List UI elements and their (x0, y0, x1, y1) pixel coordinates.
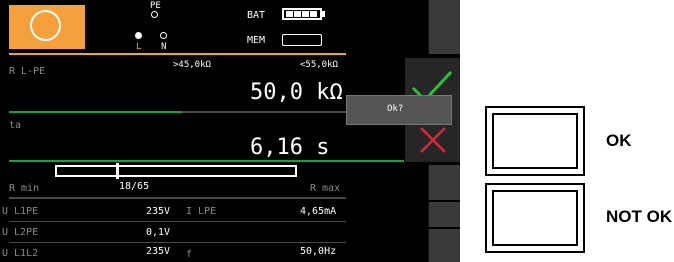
l-terminal-icon (135, 32, 142, 39)
instrument-display: PE L N BAT MEM R L-PE >45,0kΩ <55,0kΩ 50… (0, 0, 460, 262)
ok-button-label: OK (606, 131, 632, 150)
range-bar-marker (116, 163, 119, 179)
separator-grey-1 (182, 111, 346, 113)
popup-text: Ok? (387, 104, 404, 114)
ok-physical-button[interactable] (485, 106, 585, 176)
rotary-icon (30, 10, 61, 41)
battery-icon (282, 8, 322, 20)
separator-grey-2 (9, 197, 346, 199)
reading-1-value: 235V (146, 206, 171, 217)
ta-value: 6,16 s (250, 135, 330, 160)
reading-1-label: U L1PE (2, 206, 39, 217)
range-count: 18/65 (119, 181, 150, 192)
reading-3-label: U L1L2 (2, 248, 39, 259)
main-value: 50,0 kΩ (250, 80, 343, 105)
rmax-label: R max (310, 183, 341, 194)
reading-2-label: U L2PE (2, 227, 39, 238)
not-ok-button-label: NOT OK (606, 207, 673, 226)
reading-3-value: 235V (146, 246, 171, 257)
battery-tip (322, 11, 325, 17)
reading-divider-1 (9, 221, 346, 222)
cross-icon[interactable] (405, 120, 460, 160)
header-divider (9, 53, 346, 55)
upper-limit: <55,0kΩ (300, 60, 338, 70)
softkey-1[interactable] (428, 0, 460, 54)
softkey-4[interactable] (428, 165, 460, 200)
reading-3-right-value: 50,0Hz (300, 246, 337, 257)
reading-3-right-label: f (186, 249, 193, 260)
reading-2-value: 0,1V (146, 227, 171, 238)
separator-green-1 (9, 111, 182, 113)
not-ok-physical-button[interactable] (485, 183, 585, 253)
n-label: N (161, 42, 167, 52)
pe-terminal-icon (151, 11, 158, 18)
softkey-5[interactable] (428, 202, 460, 227)
memory-icon (282, 34, 322, 46)
lower-limit: >45,0kΩ (173, 60, 211, 70)
softkey-6[interactable] (428, 229, 460, 262)
ok-confirm-popup[interactable]: Ok? (346, 95, 452, 125)
n-terminal-icon (160, 32, 167, 39)
bat-label: BAT (247, 10, 266, 21)
separator-green-2 (9, 160, 404, 162)
mem-label: MEM (247, 35, 266, 46)
pe-label: PE (150, 1, 161, 11)
l-label: L (136, 42, 142, 52)
range-bar (55, 165, 297, 177)
rmin-label: R min (9, 183, 40, 194)
reading-1-right-label: I LPE (186, 206, 217, 217)
ta-label: ta (9, 120, 22, 131)
reading-1-right-value: 4,65mA (300, 206, 337, 217)
reading-divider-2 (9, 242, 346, 243)
param-label: R L-PE (9, 66, 46, 77)
